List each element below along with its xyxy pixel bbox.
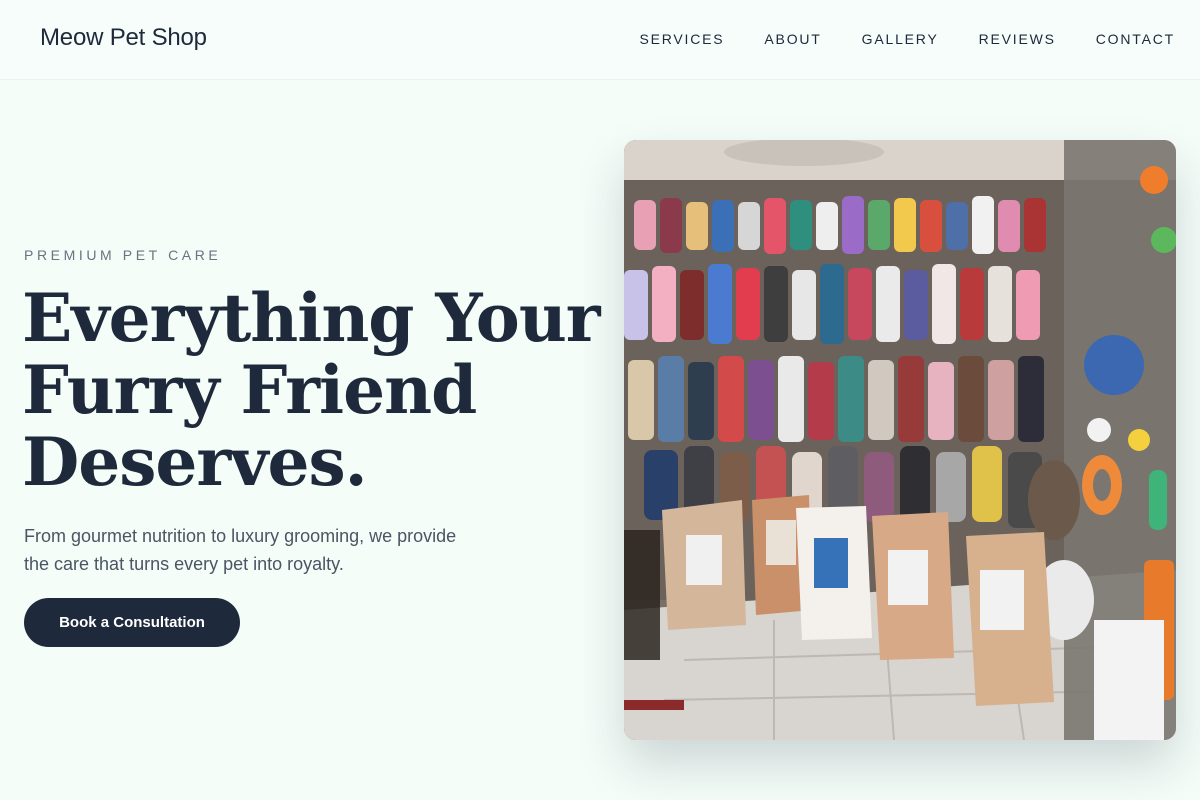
- main-nav: SERVICES ABOUT GALLERY REVIEWS CONTACT: [599, 31, 1175, 47]
- nav-link-contact[interactable]: CONTACT: [1096, 31, 1175, 47]
- nav-link-gallery[interactable]: GALLERY: [862, 31, 939, 47]
- hero-eyebrow: PREMIUM PET CARE: [24, 247, 222, 263]
- hero-image: [624, 140, 1176, 740]
- headline-line: Deserves.: [22, 423, 368, 501]
- pet-shop-photo-illustration: [624, 140, 1176, 740]
- brand-logo[interactable]: Meow Pet Shop: [40, 24, 207, 52]
- site-header: Meow Pet Shop SERVICES ABOUT GALLERY REV…: [0, 0, 1200, 80]
- hero-headline: Everything Your Furry Friend Deserves.: [22, 282, 602, 498]
- headline-line: Everything Your: [22, 279, 601, 357]
- headline-line: Furry Friend: [22, 351, 477, 429]
- book-consultation-button[interactable]: Book a Consultation: [24, 598, 240, 647]
- nav-link-reviews[interactable]: REVIEWS: [979, 31, 1056, 47]
- hero-description: From gourmet nutrition to luxury groomin…: [24, 526, 457, 574]
- nav-link-services[interactable]: SERVICES: [639, 31, 724, 47]
- nav-link-about[interactable]: ABOUT: [764, 31, 821, 47]
